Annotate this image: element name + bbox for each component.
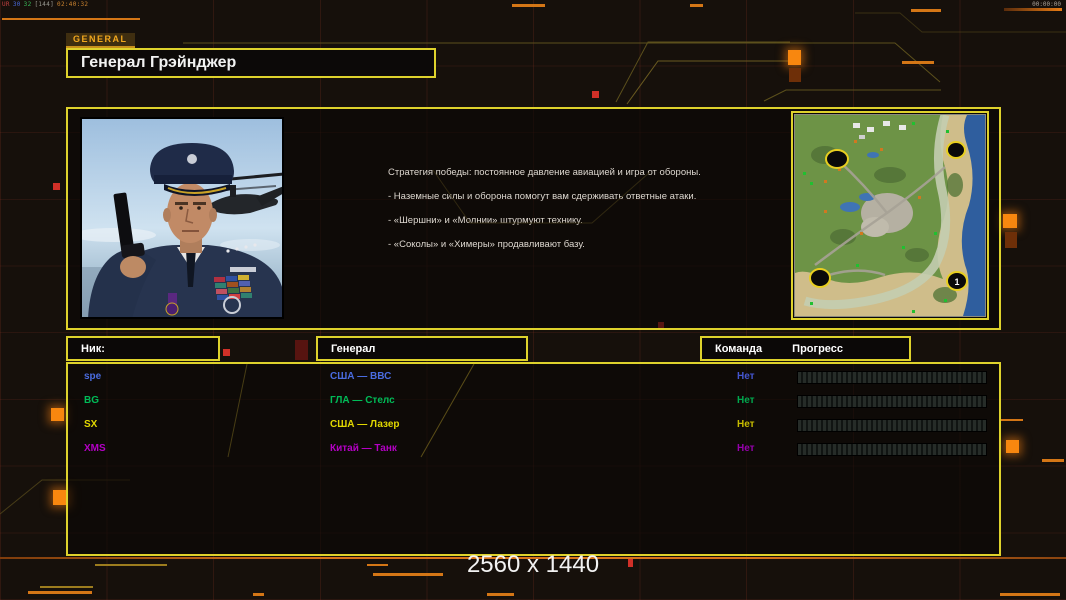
portrait-image	[72, 117, 285, 319]
strategy-text: Стратегия победы: постоянное давление ав…	[388, 167, 716, 263]
player-team: Нет	[737, 395, 755, 406]
decor-dash	[690, 4, 703, 7]
general-name: Генерал Грэйнджер	[81, 54, 237, 71]
decor-dash	[1001, 419, 1023, 421]
column-header-nick: Ник:	[66, 336, 220, 361]
decor-square	[592, 91, 599, 98]
player-row: spe США — ВВС Нет	[68, 368, 999, 392]
decor-dash	[40, 586, 93, 588]
general-tag: GENERAL	[66, 33, 135, 48]
general-title-box: Генерал Грэйнджер	[66, 48, 436, 78]
minimap: 1	[791, 111, 989, 320]
player-nick: SX	[84, 419, 98, 430]
player-nick: BG	[84, 395, 99, 406]
briefing-paragraph: Стратегия победы: постоянное давление ав…	[388, 167, 701, 178]
decor-square	[51, 408, 64, 421]
decor-dash	[512, 4, 545, 7]
player-general: ГЛА — Стелс	[330, 395, 395, 406]
decor-dash	[1042, 459, 1064, 462]
decor-dash	[253, 593, 264, 596]
general-portrait	[72, 117, 285, 319]
player-nick: spe	[84, 371, 102, 382]
decor-square	[1005, 232, 1017, 248]
debug-token: 30	[12, 1, 21, 8]
debug-token: 02:40:32	[57, 1, 89, 8]
briefing-panel: Стратегия победы: постоянное давление ав…	[66, 107, 1001, 330]
players-panel: spe США — ВВС Нет BG ГЛА — Стелс Нет SX …	[66, 362, 1001, 556]
player-team: Нет	[737, 371, 755, 382]
decor-dash	[487, 593, 514, 596]
player-progress-bar	[797, 419, 987, 432]
briefing-paragraph: - «Соколы» и «Химеры» продавливают базу.	[388, 239, 585, 250]
header-label: Генерал	[331, 342, 376, 355]
decor-square	[788, 50, 801, 65]
player-row: BG ГЛА — Стелс Нет	[68, 392, 999, 416]
player-row: XMS Китай — Танк Нет	[68, 440, 999, 464]
decor-dash	[911, 9, 941, 12]
column-header-team-progress: Команда Прогресс	[700, 336, 911, 361]
match-timer: 00:00:00	[1032, 1, 1061, 8]
player-progress-bar	[797, 443, 987, 456]
decor-dash	[2, 18, 140, 20]
player-general: США — Лазер	[330, 419, 400, 430]
player-team: Нет	[737, 443, 755, 454]
decor-square	[53, 183, 60, 190]
debug-token: 32	[23, 1, 32, 8]
decor-square	[1006, 440, 1019, 453]
debug-token: [144]	[34, 1, 55, 8]
decor-square	[1003, 214, 1017, 228]
decor-square	[295, 340, 308, 360]
player-team: Нет	[737, 419, 755, 430]
player-general: Китай — Танк	[330, 443, 397, 454]
decor-square	[223, 349, 230, 356]
decor-dash	[28, 591, 92, 594]
timer-bar	[1004, 8, 1062, 11]
briefing-paragraph: - «Шершни» и «Молнии» штурмуют технику.	[388, 215, 583, 226]
briefing-paragraph: - Наземные силы и оборона помогут вам сд…	[388, 191, 697, 202]
header-label: Команда	[715, 342, 763, 355]
player-general: США — ВВС	[330, 371, 392, 382]
player-progress-bar	[797, 371, 987, 384]
player-row: SX США — Лазер Нет	[68, 416, 999, 440]
debug-token: UR	[2, 1, 10, 8]
decor-dash	[902, 61, 934, 64]
header-label: Ник:	[81, 342, 105, 355]
player-nick: XMS	[84, 443, 106, 454]
spawn-number: 1	[954, 277, 959, 287]
loading-screen: UR 30 32 [144] 02:40:32 00:00:00 GENERAL Ген…	[0, 0, 1066, 600]
header-label: Прогресс	[792, 342, 844, 355]
debug-info: UR 30 32 [144] 02:40:32	[2, 1, 88, 8]
decor-dash	[1000, 593, 1060, 596]
decor-square	[789, 68, 801, 82]
resolution-label: 2560 x 1440	[466, 551, 600, 578]
minimap-image: 1	[795, 113, 985, 316]
player-progress-bar	[797, 395, 987, 408]
column-header-general: Генерал	[316, 336, 528, 361]
